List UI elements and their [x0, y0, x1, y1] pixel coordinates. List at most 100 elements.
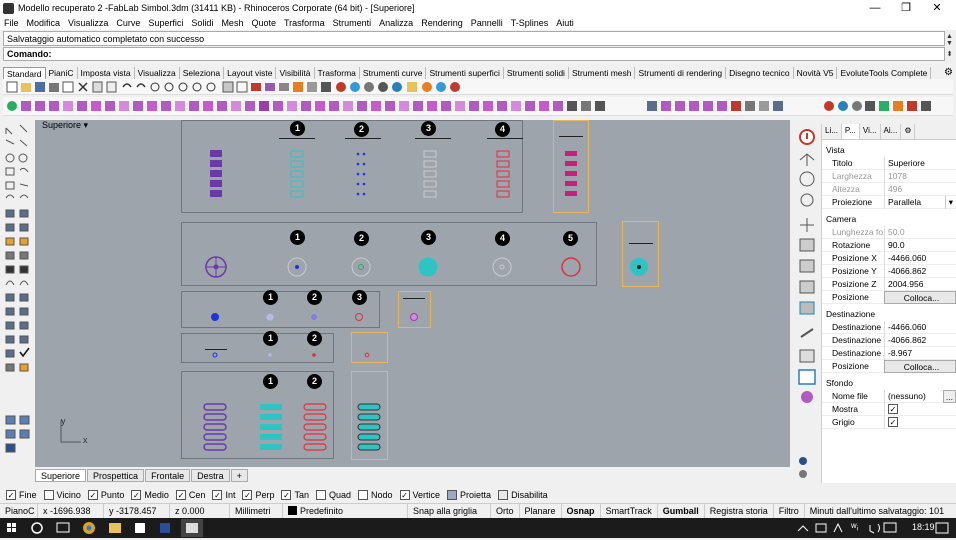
- gray-checkbox[interactable]: ✓: [888, 416, 898, 427]
- osnap-nodo[interactable]: Nodo: [358, 489, 393, 500]
- tab-visualizza[interactable]: Visualizza: [135, 67, 180, 79]
- menu-visualizza[interactable]: Visualizza: [68, 18, 108, 28]
- tab-novita-v5[interactable]: Novità V5: [794, 67, 838, 79]
- tab-visibilita[interactable]: Visibilità: [276, 67, 315, 79]
- menu-superfici[interactable]: Superfici: [148, 18, 183, 28]
- tab-viewports[interactable]: Vi...: [860, 124, 881, 139]
- gear-icon[interactable]: ⚙: [944, 67, 953, 78]
- panel-tool-icons[interactable]: [796, 125, 818, 485]
- menu-curve[interactable]: Curve: [116, 18, 140, 28]
- left-tool-palette[interactable]: [2, 120, 32, 460]
- tab-disegno-tecnico[interactable]: Disegno tecnico: [726, 67, 794, 79]
- osnap-fine[interactable]: ✓ Fine: [6, 489, 37, 500]
- menu-modifica[interactable]: Modifica: [27, 18, 61, 28]
- tab-superiore[interactable]: Superiore: [35, 469, 87, 482]
- checkbox-icon[interactable]: ✓: [281, 489, 292, 500]
- tab-destra[interactable]: Destra: [191, 469, 230, 482]
- menu-tsplines[interactable]: T-Splines: [511, 18, 549, 28]
- osnap-medio[interactable]: ✓ Medio: [131, 489, 169, 500]
- rotation-field[interactable]: 90.0: [884, 238, 956, 252]
- menu-aiuti[interactable]: Aiuti: [556, 18, 574, 28]
- tab-pianic[interactable]: PianiC: [46, 67, 78, 79]
- ortho-toggle[interactable]: Orto: [491, 503, 520, 518]
- smarttrack-toggle[interactable]: SmartTrack: [601, 503, 658, 518]
- tab-imposta-vista[interactable]: Imposta vista: [78, 67, 135, 79]
- position-z-field[interactable]: 2004.956: [884, 277, 956, 291]
- show-checkbox[interactable]: ✓: [888, 403, 898, 414]
- tab-strumenti-solidi[interactable]: Strumenti solidi: [504, 67, 569, 79]
- title-field[interactable]: Superiore: [884, 156, 956, 170]
- panel-tool-strip[interactable]: [796, 125, 818, 485]
- clock[interactable]: 18:19: [912, 522, 935, 532]
- tab-seleziona[interactable]: Seleziona: [180, 67, 225, 79]
- checkbox-icon[interactable]: ✓: [175, 489, 186, 500]
- tab-prospettica[interactable]: Prospettica: [87, 469, 145, 482]
- menu-analizza[interactable]: Analizza: [379, 18, 413, 28]
- position-x-field[interactable]: -4466.060: [884, 251, 956, 265]
- tab-help[interactable]: Ai...: [881, 124, 902, 139]
- panel-gear-icon[interactable]: ⚙: [901, 124, 916, 139]
- osnap-int[interactable]: ✓ Int: [212, 489, 235, 500]
- layer-indicator[interactable]: Predefinito: [283, 503, 408, 518]
- osnap-vertice[interactable]: ✓ Vertice: [399, 489, 440, 500]
- menu-rendering[interactable]: Rendering: [421, 18, 463, 28]
- tab-frontale[interactable]: Frontale: [145, 469, 191, 482]
- tab-strumenti-rendering[interactable]: Strumenti di rendering: [635, 67, 727, 79]
- checkbox-icon[interactable]: ✓: [399, 489, 410, 500]
- close-button[interactable]: ✕: [922, 0, 952, 16]
- checkbox-icon[interactable]: [447, 489, 458, 500]
- checkbox-icon[interactable]: [358, 489, 369, 500]
- target-z-field[interactable]: -8.967: [884, 346, 956, 360]
- minimize-button[interactable]: —: [860, 0, 890, 16]
- osnap-toggle[interactable]: Osnap: [562, 503, 601, 518]
- command-scroll-icon[interactable]: ⬍: [945, 50, 954, 58]
- menu-solidi[interactable]: Solidi: [191, 18, 213, 28]
- menu-pannelli[interactable]: Pannelli: [471, 18, 503, 28]
- tab-layers[interactable]: Li...: [822, 124, 842, 139]
- position-y-field[interactable]: -4066.862: [884, 264, 956, 278]
- tab-strumenti-curve[interactable]: Strumenti curve: [360, 67, 427, 79]
- target-x-field[interactable]: -4466.060: [884, 320, 956, 334]
- osnap-vicino[interactable]: Vicino: [43, 489, 81, 500]
- command-prompt[interactable]: Comando:: [3, 47, 945, 61]
- scroll-up-icon[interactable]: ▲: [945, 33, 954, 40]
- standard-toolbar-icons[interactable]: [3, 79, 473, 95]
- units-indicator[interactable]: Millimetri: [230, 503, 283, 518]
- maximize-button[interactable]: ❐: [891, 0, 921, 16]
- left-tool-icons[interactable]: [2, 120, 32, 460]
- chevron-down-icon[interactable]: ▾: [944, 195, 956, 209]
- checkbox-icon[interactable]: ✓: [87, 489, 98, 500]
- menu-mesh[interactable]: Mesh: [221, 18, 243, 28]
- cplane-indicator[interactable]: PianoC: [0, 503, 38, 518]
- osnap-disabilita[interactable]: Disabilita: [498, 489, 548, 500]
- osnap-punto[interactable]: ✓ Punto: [87, 489, 124, 500]
- menu-strumenti[interactable]: Strumenti: [333, 18, 372, 28]
- osnap-cen[interactable]: ✓ Cen: [175, 489, 205, 500]
- filename-field[interactable]: (nessuno)...: [884, 389, 956, 403]
- tab-strumenti-mesh[interactable]: Strumenti mesh: [569, 67, 636, 79]
- projection-select[interactable]: Parallela ▾: [884, 195, 956, 209]
- browse-button[interactable]: ...: [942, 389, 956, 403]
- gumball-toggle[interactable]: Gumball: [658, 503, 705, 518]
- taskbar-icons[interactable]: [0, 518, 956, 538]
- camera-place-button[interactable]: Colloca...: [884, 290, 956, 304]
- secondary-toolbar-icons[interactable]: [3, 97, 953, 116]
- checkbox-icon[interactable]: [498, 489, 509, 500]
- menu-file[interactable]: File: [4, 18, 19, 28]
- tab-properties[interactable]: P...: [841, 124, 860, 139]
- tab-standard[interactable]: Standard: [3, 67, 46, 79]
- menu-trasforma[interactable]: Trasforma: [284, 18, 325, 28]
- osnap-perp[interactable]: ✓ Perp: [242, 489, 274, 500]
- target-place-button[interactable]: Colloca...: [884, 359, 956, 373]
- checkbox-icon[interactable]: ✓: [131, 489, 142, 500]
- checkbox-icon[interactable]: [315, 489, 326, 500]
- osnap-tan[interactable]: ✓ Tan: [281, 489, 309, 500]
- grid-snap-toggle[interactable]: Snap alla griglia: [408, 503, 491, 518]
- menu-quote[interactable]: Quote: [251, 18, 276, 28]
- osnap-quad[interactable]: Quad: [315, 489, 351, 500]
- checkbox-icon[interactable]: ✓: [242, 489, 253, 500]
- language-indicator[interactable]: ᵂᵢ: [851, 522, 858, 532]
- checkbox-icon[interactable]: [43, 489, 54, 500]
- checkbox-icon[interactable]: ✓: [212, 489, 223, 500]
- history-toggle[interactable]: Registra storia: [705, 503, 774, 518]
